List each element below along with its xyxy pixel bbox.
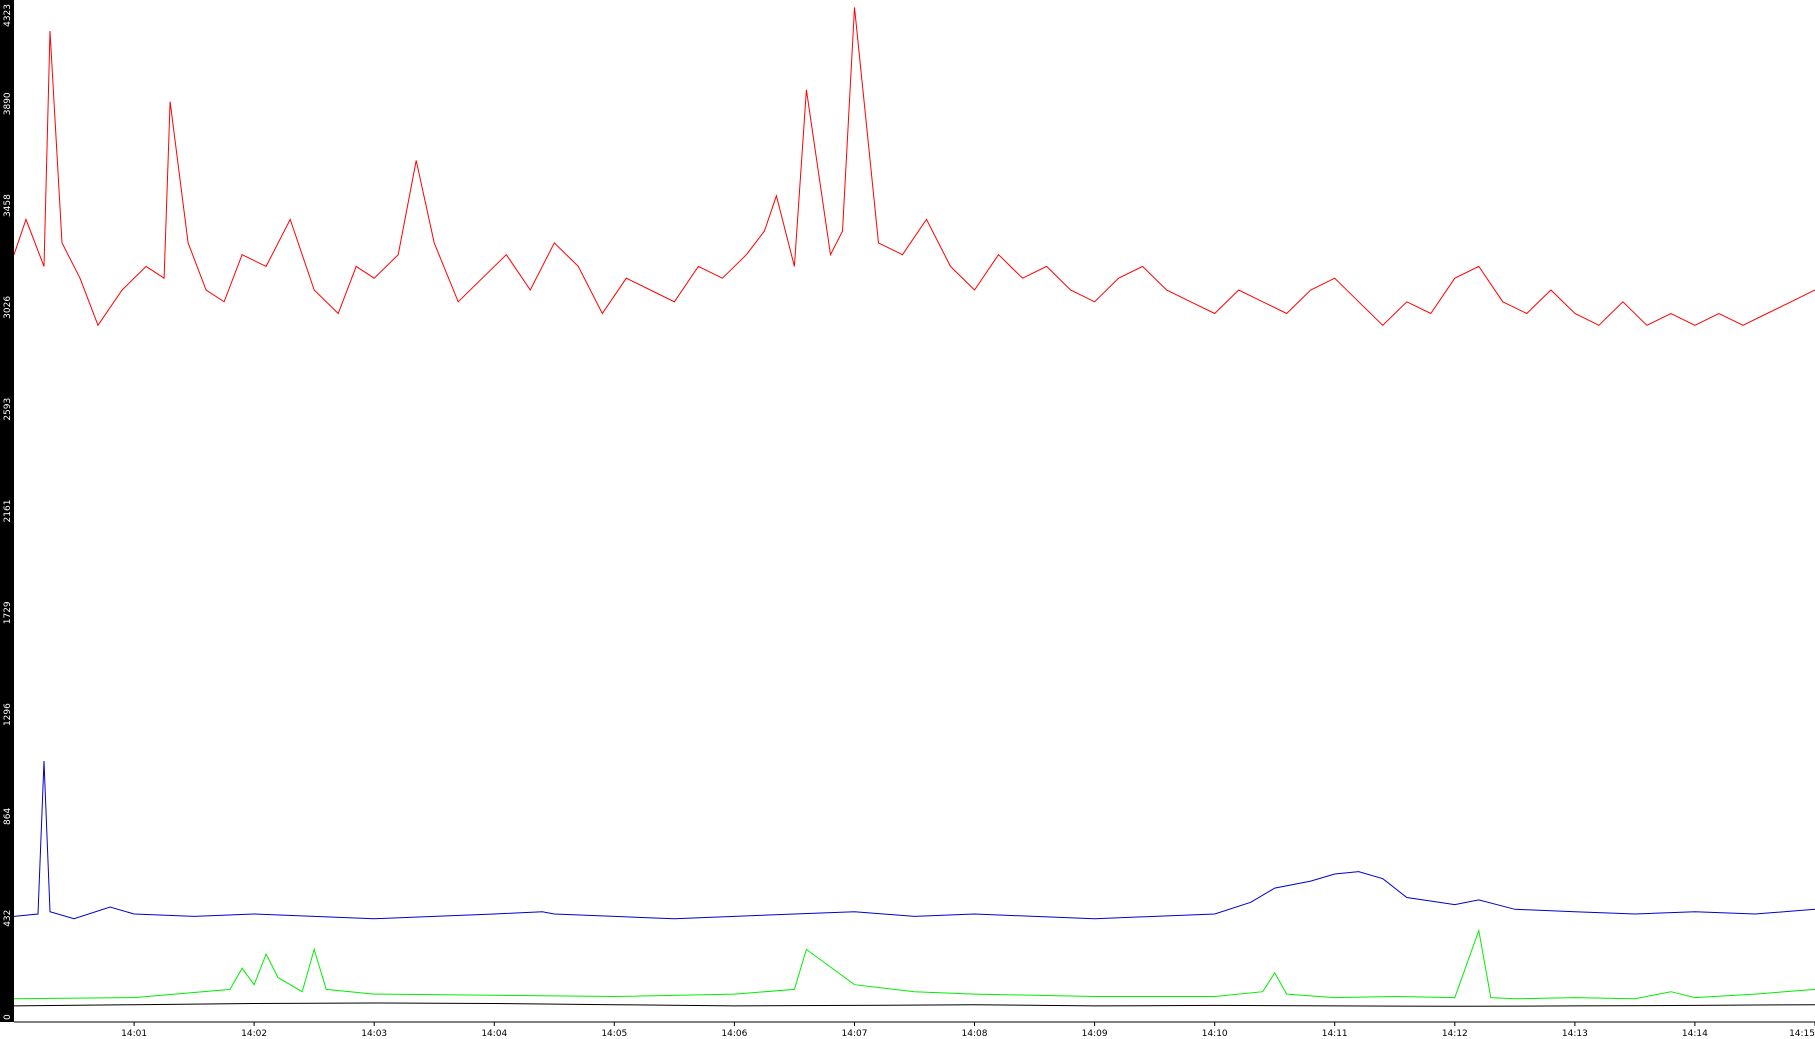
y-tick-label: 0 [3,1014,13,1020]
y-tick-label: 3458 [3,194,13,217]
x-tick-label: 14:07 [842,1029,868,1039]
line-chart: 043286412961729216125933026345838904323 … [0,0,1815,1039]
x-tick-label: 14:01 [121,1029,147,1039]
x-tick-label: 14:13 [1562,1029,1588,1039]
y-tick-label: 864 [3,808,13,825]
y-tick-label: 2161 [3,500,13,523]
y-tick-label: 1729 [3,601,13,624]
y-tick-label: 3890 [3,92,13,115]
x-tick-label: 14:15 [1789,1029,1815,1039]
x-tick-label: 14:05 [601,1029,627,1039]
x-tick-label: 14:14 [1682,1029,1708,1039]
y-tick-label: 432 [3,910,13,927]
x-tick-label: 14:02 [241,1029,267,1039]
y-tick-label: 2593 [3,398,13,421]
x-tick-label: 14:03 [361,1029,387,1039]
x-tick-label: 14:10 [1202,1029,1228,1039]
plot-background [0,0,1815,1039]
x-tick-label: 14:04 [481,1029,507,1039]
y-tick-label: 3026 [3,296,13,319]
x-tick-label: 14:08 [962,1029,988,1039]
y-tick-label: 1296 [3,703,13,726]
x-tick-label: 14:09 [1082,1029,1108,1039]
x-tick-label: 14:06 [721,1029,747,1039]
x-axis-strip [0,1022,1815,1039]
y-tick-label: 4323 [3,4,13,27]
x-tick-label: 14:11 [1322,1029,1348,1039]
x-tick-label: 14:12 [1442,1029,1468,1039]
